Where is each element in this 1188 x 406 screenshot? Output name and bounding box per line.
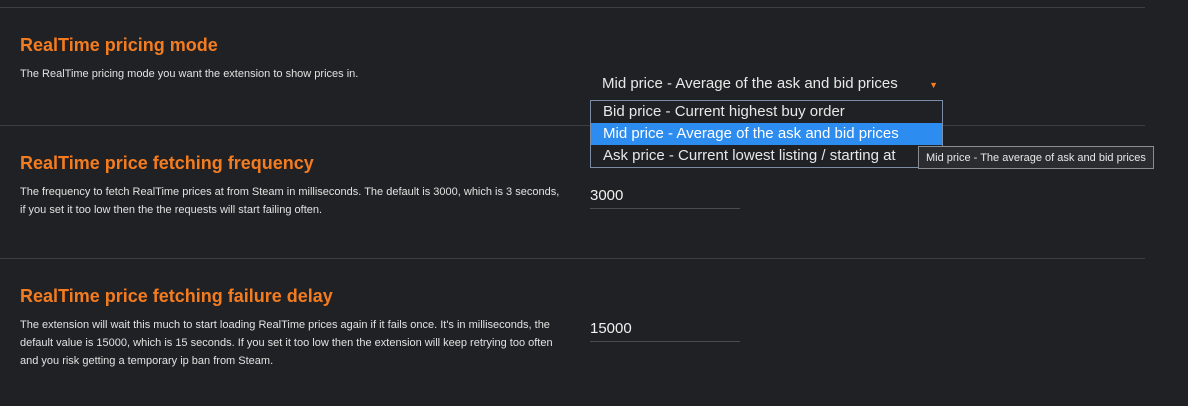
dropdown-option-bid-price[interactable]: Bid price - Current highest buy order [591, 101, 942, 123]
caret-down-icon: ▼ [929, 80, 938, 90]
fetch-frequency-title: RealTime price fetching frequency [20, 153, 314, 173]
settings-page: RealTime pricing mode The RealTime prici… [0, 0, 1188, 406]
dropdown-option-mid-price[interactable]: Mid price - Average of the ask and bid p… [591, 123, 942, 145]
fetch-frequency-description: The frequency to fetch RealTime prices a… [20, 186, 560, 216]
pricing-mode-description: The RealTime pricing mode you want the e… [20, 68, 359, 80]
failure-delay-input[interactable] [590, 315, 740, 342]
section-divider [0, 7, 1145, 8]
pricing-mode-title: RealTime pricing mode [20, 35, 218, 55]
pricing-mode-selected-value: Mid price - Average of the ask and bid p… [602, 75, 898, 92]
failure-delay-description: The extension will wait this much to sta… [20, 319, 553, 367]
failure-delay-title: RealTime price fetching failure delay [20, 286, 333, 306]
section-divider [0, 258, 1145, 259]
pricing-mode-select[interactable]: Mid price - Average of the ask and bid p… [590, 70, 942, 98]
option-tooltip: Mid price - The average of ask and bid p… [918, 146, 1154, 169]
fetch-frequency-input[interactable] [590, 182, 740, 209]
section-divider [0, 125, 1145, 126]
dropdown-option-ask-price[interactable]: Ask price - Current lowest listing / sta… [591, 145, 942, 167]
pricing-mode-dropdown-list: Bid price - Current highest buy order Mi… [590, 100, 943, 168]
